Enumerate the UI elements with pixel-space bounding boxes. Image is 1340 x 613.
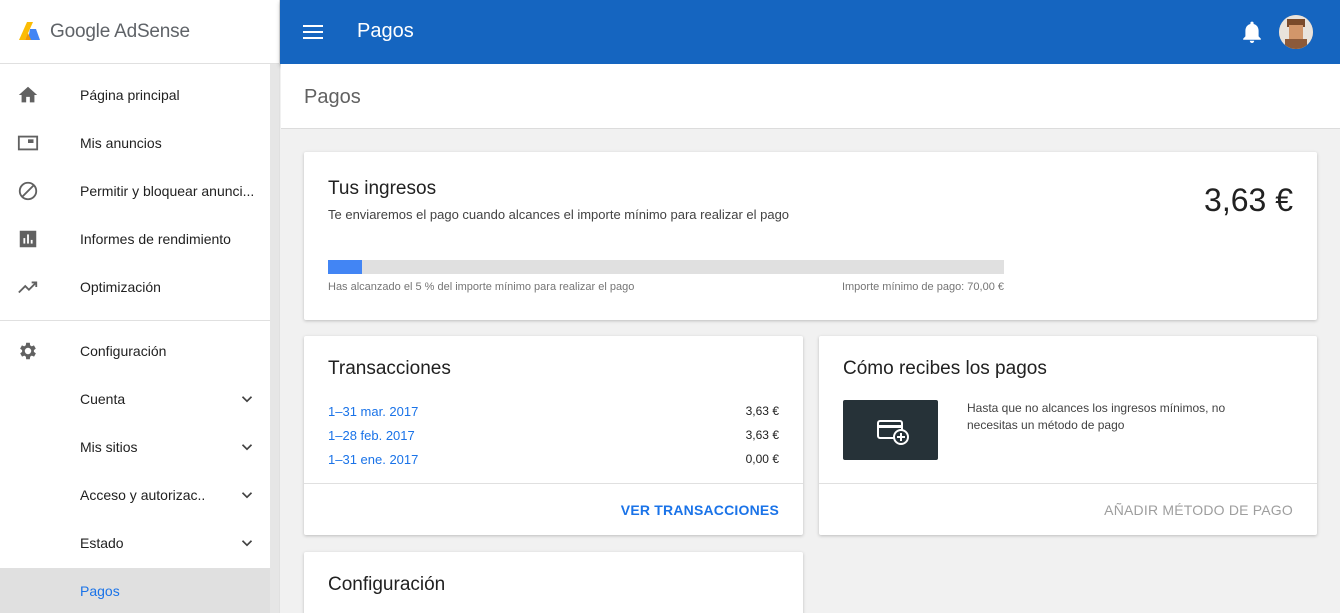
earnings-card: Tus ingresos Te enviaremos el pago cuand… — [304, 152, 1317, 320]
transaction-amount: 0,00 € — [745, 452, 779, 466]
block-icon — [18, 181, 38, 201]
transaction-row: 1–31 mar. 2017 3,63 € — [328, 404, 779, 422]
sidebar-item-my-sites[interactable]: Mis sitios — [0, 424, 279, 472]
view-transactions-button[interactable]: VER TRANSACCIONES — [621, 502, 779, 518]
transaction-period-link[interactable]: 1–31 ene. 2017 — [328, 452, 418, 467]
logo-text: Google AdSense — [50, 20, 190, 42]
ad-unit-icon — [17, 135, 39, 151]
settings-card: Configuración — [304, 552, 803, 613]
sidebar-divider — [0, 320, 271, 321]
trending-up-icon — [18, 281, 38, 294]
chevron-down-icon — [241, 396, 253, 403]
add-payment-card-icon — [877, 420, 909, 445]
avatar[interactable] — [1279, 15, 1313, 49]
payment-method-text: Hasta que no alcances los ingresos mínim… — [967, 401, 1226, 432]
chevron-down-icon — [241, 492, 253, 499]
sidebar-item-my-ads[interactable]: Mis anuncios — [0, 120, 279, 168]
bar-chart-icon — [19, 230, 37, 248]
card-divider — [304, 483, 803, 484]
settings-title: Configuración — [328, 574, 446, 595]
earnings-amount: 3,63 € — [1204, 182, 1293, 218]
sidebar-item-label: Página principal — [80, 87, 180, 103]
sidebar-item-home[interactable]: Página principal — [0, 72, 279, 120]
page-header: Pagos — [281, 64, 1340, 129]
chevron-down-icon — [241, 540, 253, 547]
sidebar-item-label: Mis anuncios — [80, 135, 162, 151]
sidebar-main-group: Página principal Mis anuncios Permitir y… — [0, 64, 279, 312]
threshold-progress-bar — [328, 260, 1004, 274]
menu-icon[interactable] — [303, 22, 323, 42]
sidebar-item-label: Mis sitios — [80, 439, 138, 455]
bell-icon[interactable] — [1242, 21, 1262, 43]
threshold-text: Importe mínimo de pago: 70,00 € — [841, 281, 1004, 293]
sidebar-item-access[interactable]: Acceso y autorizac.. — [0, 472, 279, 520]
adsense-logo-icon — [19, 21, 40, 40]
sidebar-item-account[interactable]: Cuenta — [0, 376, 279, 424]
earnings-subtitle: Te enviaremos el pago cuando alcances el… — [328, 207, 790, 222]
payment-method-illustration — [843, 400, 938, 460]
transaction-amount: 3,63 € — [745, 428, 779, 442]
page-title: Pagos — [304, 86, 361, 108]
sidebar-item-label: Permitir y bloquear anunci... — [80, 183, 255, 199]
transaction-period-link[interactable]: 1–28 feb. 2017 — [328, 428, 415, 443]
transaction-row: 1–31 ene. 2017 0,00 € — [328, 452, 779, 470]
sidebar-item-settings[interactable]: Configuración — [0, 328, 279, 376]
sidebar-item-label: Estado — [80, 535, 124, 551]
transaction-row: 1–28 feb. 2017 3,63 € — [328, 428, 779, 446]
transaction-period-link[interactable]: 1–31 mar. 2017 — [328, 404, 418, 419]
sidebar-scrollbar[interactable] — [270, 64, 279, 613]
transaction-amount: 3,63 € — [745, 404, 779, 418]
adsense-logo[interactable]: Google AdSense — [0, 0, 279, 64]
gear-icon — [20, 342, 36, 360]
sidebar-item-allow-block[interactable]: Permitir y bloquear anunci... — [0, 168, 279, 216]
sidebar-item-label: Cuenta — [80, 391, 126, 407]
sidebar-item-optimization[interactable]: Optimización — [0, 264, 279, 312]
sidebar: Google AdSense Página principal Mis anun… — [0, 0, 280, 613]
sidebar-item-label: Optimización — [80, 279, 161, 295]
sidebar-item-label: Pagos — [80, 583, 120, 599]
app-bar-title: Pagos — [357, 20, 414, 42]
threshold-progress-fill — [328, 260, 362, 274]
sidebar-item-label: Informes de rendimiento — [80, 231, 231, 247]
sidebar-item-reports[interactable]: Informes de rendimiento — [0, 216, 279, 264]
sidebar-item-label: Acceso y autorizac.. — [80, 487, 206, 503]
card-divider — [819, 483, 1317, 484]
sidebar-settings-group: Configuración Cuenta Mis sitios Acceso y… — [0, 328, 279, 613]
add-payment-method-button[interactable]: AÑADIR MÉTODO DE PAGO — [1104, 502, 1293, 518]
home-icon — [18, 86, 38, 103]
transactions-card: Transacciones 1–31 mar. 2017 3,63 € 1–28… — [304, 336, 803, 535]
sidebar-item-label: Configuración — [80, 343, 167, 359]
payment-method-title: Cómo recibes los pagos — [843, 358, 1047, 379]
top-app-bar: Pagos — [280, 0, 1340, 64]
sidebar-item-payments[interactable]: Pagos — [0, 568, 271, 613]
earnings-title: Tus ingresos — [328, 178, 437, 199]
sidebar-item-status[interactable]: Estado — [0, 520, 279, 568]
chevron-down-icon — [241, 444, 253, 451]
avatar-image — [1279, 15, 1313, 49]
payment-method-card: Cómo recibes los pagos Hasta que no alca… — [819, 336, 1317, 535]
transactions-title: Transacciones — [328, 358, 451, 379]
